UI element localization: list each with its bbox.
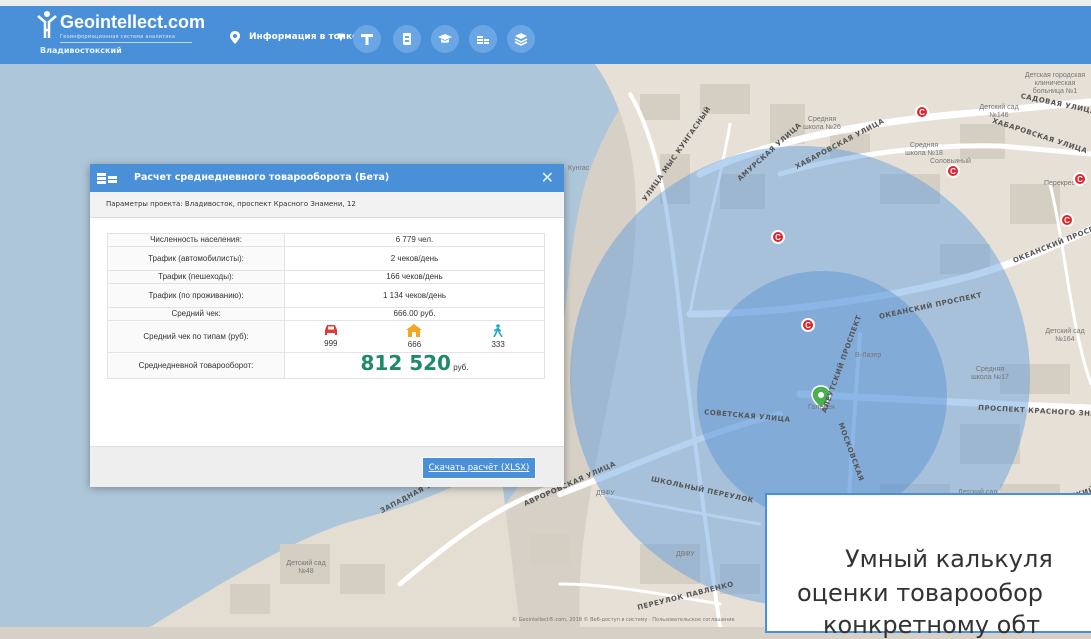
education-button[interactable] (431, 25, 459, 53)
place-label: ДВФУ (596, 490, 615, 497)
region-label[interactable]: Владивостокский (40, 46, 122, 55)
chevron-down-icon[interactable]: ▼ (337, 32, 345, 43)
logo-figure-icon (37, 11, 57, 38)
turnover-value: 812 520 руб. (284, 352, 545, 379)
graduation-cap-icon (438, 34, 452, 43)
promo-line: оценки товарообор (797, 579, 1044, 607)
type-pedestrian: 333 (458, 323, 538, 350)
coins-icon (477, 36, 489, 44)
row-label: Численность населения: (107, 233, 285, 247)
pedestrian-icon (493, 323, 503, 337)
table-row: Среднедневной товарооборот: 812 520 руб. (107, 352, 545, 379)
logo-divider (60, 42, 192, 43)
place-label: Детский сад №164 (1045, 328, 1085, 343)
row-value: 6 779 чел. (284, 233, 545, 247)
layers-button[interactable] (507, 25, 535, 53)
logo-tagline: Геоинформационная система аналитика (60, 34, 176, 40)
table-row: Трафик (пешеходы): 166 чеков/день (107, 270, 545, 284)
dialog-title: Расчет среднедневного товарооборота (Бет… (134, 172, 390, 183)
traffic-button[interactable] (353, 25, 381, 53)
close-icon[interactable]: ✕ (541, 168, 554, 187)
table-row: Средний чек: 666.00 руб. (107, 307, 545, 321)
type-car: 999 (291, 324, 371, 350)
row-value: 1 134 чеков/день (284, 283, 545, 308)
poi-marker[interactable]: C (1073, 172, 1087, 186)
place-label: Средняя школа №17 (971, 366, 1009, 381)
place-label: Кунгас (568, 165, 590, 172)
poi-marker[interactable]: C (801, 318, 815, 332)
avg-check-types: 999 666 333 (289, 323, 540, 350)
car-icon (324, 324, 337, 335)
place-label: Детский сад №48 (286, 560, 326, 575)
promo-banner: Умный калькуля оценки товарообор конкрет… (765, 493, 1091, 639)
table-row: Трафик (автомобилисты): 2 чеков/день (107, 246, 545, 271)
row-label: Среднедневной товарооборот: (107, 352, 285, 379)
table-row: Средний чек по типам (руб): 999 666 333 (107, 320, 545, 353)
place-label: ДВФУ (676, 551, 695, 558)
promo-line: Умный калькуля (845, 545, 1053, 573)
table-row: Трафик (по проживанию): 1 134 чеков/день (107, 283, 545, 308)
row-label: Трафик (по проживанию): (107, 283, 285, 308)
poi-marker[interactable]: C (771, 230, 785, 244)
calculation-table: Численность населения: 6 779 чел. Трафик… (107, 233, 545, 379)
house-icon (406, 323, 423, 337)
promo-line: конкретному обт (823, 611, 1041, 639)
dialog-header: Расчет среднедневного товарооборота (Бет… (90, 164, 564, 192)
map-footer: © Geointellect®.com, 2018 © Веб-доступ в… (512, 617, 735, 623)
business-button[interactable] (393, 25, 421, 53)
row-value: 999 666 333 (284, 320, 545, 353)
turnover-dialog: Расчет среднедневного товарооборота (Бет… (90, 164, 564, 487)
row-label: Трафик (автомобилисты): (107, 246, 285, 271)
wallet-icon (403, 33, 411, 45)
download-xlsx-button[interactable]: Скачать расчёт (XLSX) (422, 457, 536, 479)
row-value: 166 чеков/день (284, 270, 545, 284)
place-label: Средняя школа №26 (803, 116, 841, 131)
project-params: Параметры проекта: Владивосток, проспект… (90, 192, 564, 218)
traffic-icon (361, 34, 373, 45)
poi-marker[interactable]: C (946, 164, 960, 178)
poi-marker[interactable]: C (1060, 213, 1074, 227)
dialog-footer: Скачать расчёт (XLSX) (90, 446, 564, 487)
type-house: 666 (374, 323, 454, 350)
row-value: 666.00 руб. (284, 307, 545, 321)
table-row: Численность населения: 6 779 чел. (107, 233, 545, 247)
place-label: В-Лазер (855, 352, 882, 359)
poi-marker[interactable]: C (915, 105, 929, 119)
logo-name: Geointellect.com (60, 12, 206, 32)
place-label: Детская городская клиническая больница №… (1024, 72, 1086, 95)
finance-button[interactable] (469, 25, 497, 53)
place-label: Средняя школа №18 (905, 142, 943, 157)
row-label: Средний чек: (107, 307, 285, 321)
map-pin-icon (230, 31, 240, 44)
row-label: Трафик (пешеходы): (107, 270, 285, 284)
top-bar: Geointellect.com Геоинформационная систе… (0, 0, 1091, 64)
layers-icon (514, 33, 528, 46)
coins-stack-icon (97, 173, 117, 184)
row-value: 2 чеков/день (284, 246, 545, 271)
row-label: Средний чек по типам (руб): (107, 320, 285, 353)
